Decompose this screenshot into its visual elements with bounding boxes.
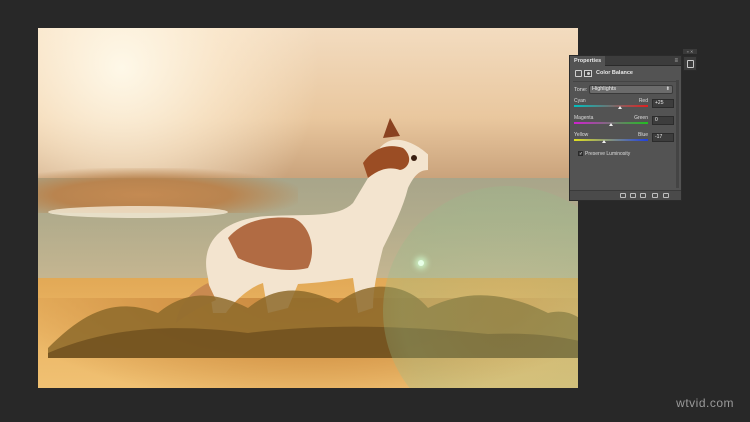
- dock-collapse-bar[interactable]: » ✕: [683, 49, 697, 54]
- properties-dock-icon[interactable]: [687, 60, 694, 68]
- trash-icon[interactable]: [663, 193, 669, 198]
- preserve-luminosity-label: Preserve Luminosity: [585, 151, 631, 157]
- visibility-eye-icon[interactable]: [652, 193, 658, 198]
- slider-left-label: Cyan: [574, 98, 586, 104]
- slider-track[interactable]: [574, 105, 648, 107]
- adjustment-icon[interactable]: [575, 70, 582, 77]
- chevron-down-icon: ⬍: [665, 86, 670, 92]
- slider-right-label: Blue: [637, 132, 648, 138]
- slider-thumb[interactable]: [609, 123, 613, 126]
- slider-right-label: Red: [638, 98, 648, 104]
- slider-yellow-blue: Yellow Blue -17: [570, 131, 681, 147]
- preserve-luminosity-checkbox[interactable]: ✓: [578, 151, 583, 157]
- slider-value-input[interactable]: -17: [652, 133, 674, 142]
- properties-panel: Properties ≡ Color Balance Tone: Highlig…: [569, 55, 682, 201]
- tab-properties[interactable]: Properties: [570, 56, 606, 66]
- slider-left-label: Yellow: [574, 132, 589, 138]
- clip-to-layer-icon[interactable]: [620, 193, 626, 198]
- slider-track[interactable]: [574, 139, 648, 141]
- panel-dock[interactable]: [683, 56, 697, 71]
- document-canvas[interactable]: [38, 28, 578, 388]
- slider-right-label: Green: [634, 115, 648, 121]
- slider-left-label: Magenta: [574, 115, 594, 121]
- slider-value-input[interactable]: 0: [652, 116, 674, 125]
- tone-row: Tone: Highlights ⬍: [570, 84, 681, 96]
- tone-select[interactable]: Highlights ⬍: [589, 85, 673, 94]
- slider-thumb[interactable]: [602, 140, 607, 143]
- tone-value: Highlights: [592, 86, 617, 92]
- slider-value-input[interactable]: +25: [652, 99, 674, 108]
- reset-icon[interactable]: [640, 193, 646, 198]
- mask-icon[interactable]: [584, 70, 592, 77]
- tone-label: Tone:: [574, 87, 588, 93]
- slider-cyan-red: Cyan Red +25: [570, 97, 681, 113]
- panel-footer: [570, 190, 681, 200]
- panel-titlebar[interactable]: Properties ≡: [570, 56, 681, 66]
- view-previous-state-icon[interactable]: [630, 193, 636, 198]
- slider-thumb[interactable]: [617, 106, 622, 109]
- lens-flare-spot: [418, 260, 424, 266]
- preserve-luminosity-row: ✓ Preserve Luminosity: [570, 149, 681, 159]
- divider: [573, 81, 678, 82]
- slider-magenta-green: Magenta Green 0: [570, 114, 681, 130]
- panel-menu-icon[interactable]: ≡: [674, 57, 678, 65]
- adjustment-header: Color Balance: [570, 68, 681, 80]
- adjustment-name: Color Balance: [596, 70, 633, 76]
- watermark: wtvid.com: [676, 396, 734, 410]
- panel-scrollbar[interactable]: [676, 80, 679, 188]
